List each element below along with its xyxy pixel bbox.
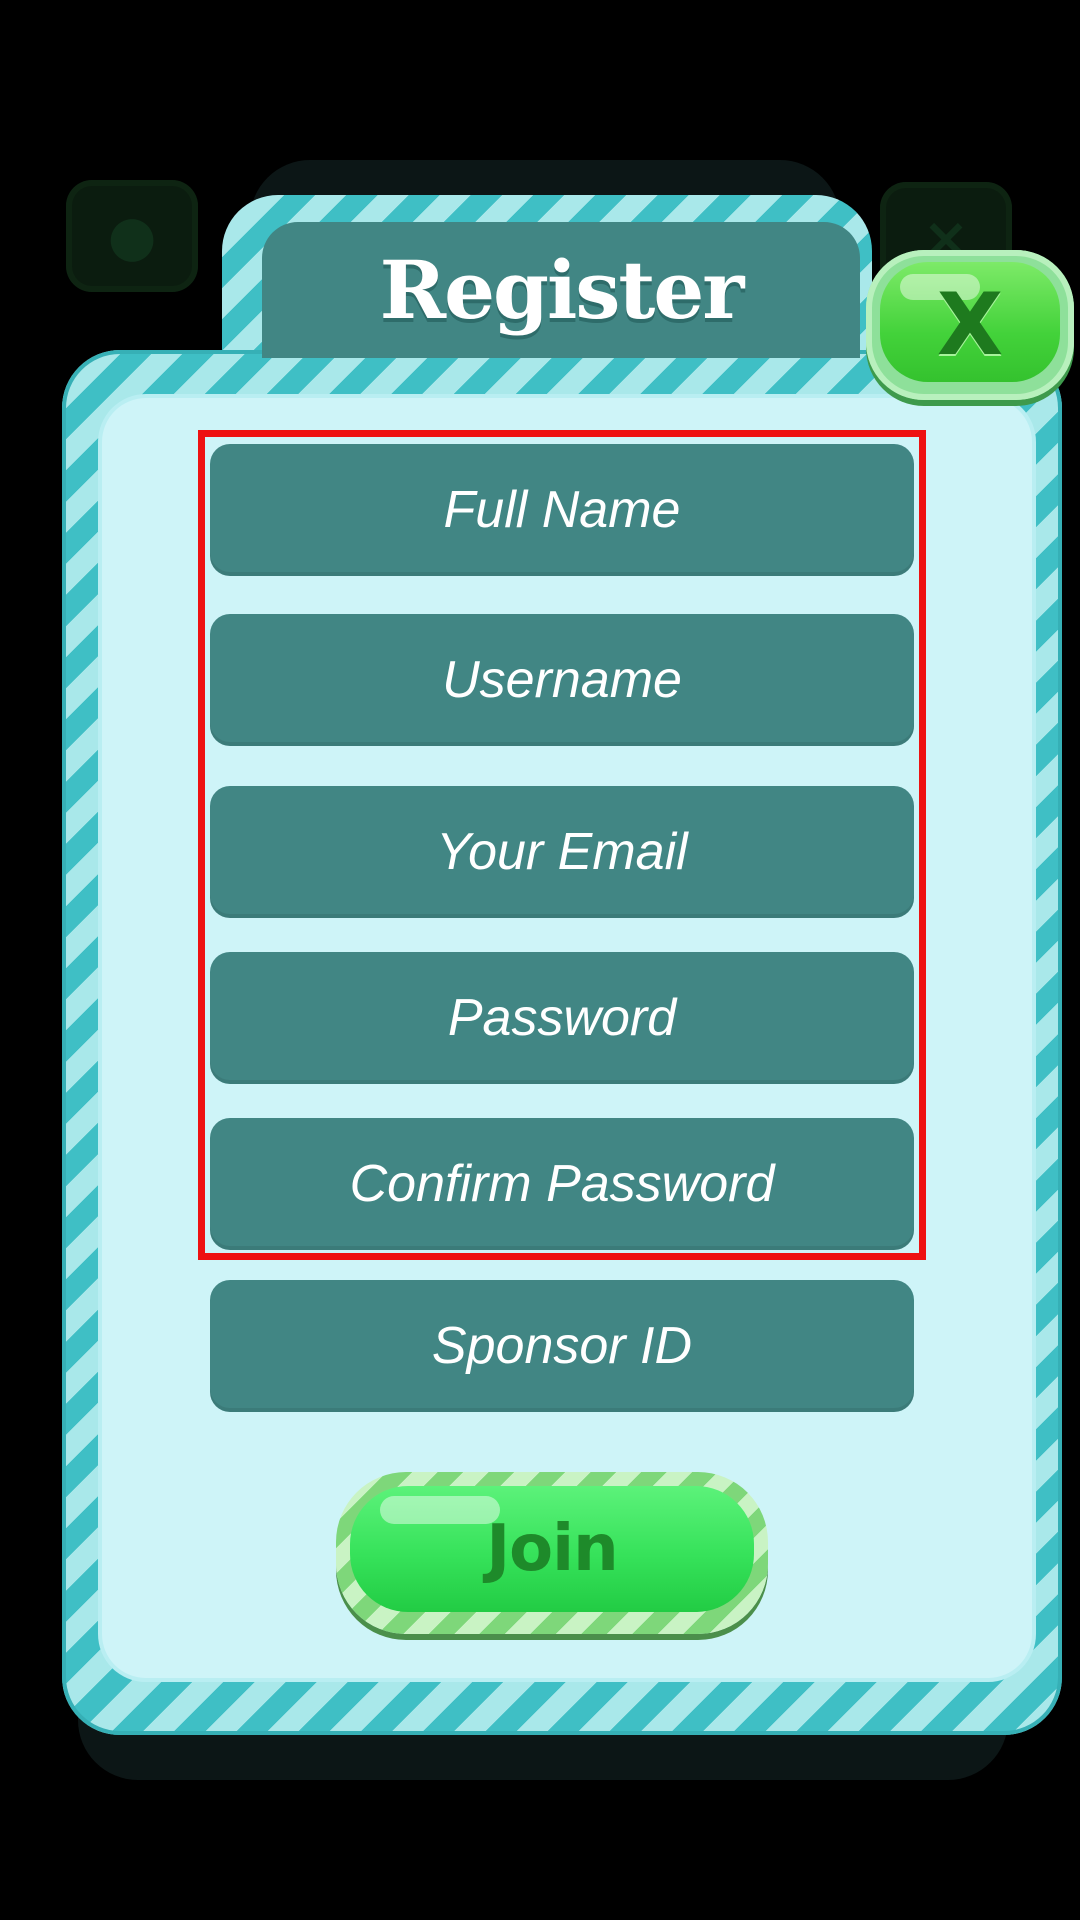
email-field[interactable]: Your Email bbox=[210, 786, 914, 918]
sponsor-id-placeholder: Sponsor ID bbox=[431, 1317, 693, 1375]
sponsor-id-field[interactable]: Sponsor ID bbox=[210, 1280, 914, 1412]
email-placeholder: Your Email bbox=[436, 823, 688, 881]
screen: ● × Register X Full Name Username Your E… bbox=[0, 0, 1080, 1920]
password-placeholder: Password bbox=[447, 989, 677, 1047]
password-field[interactable]: Password bbox=[210, 952, 914, 1084]
username-placeholder: Username bbox=[442, 651, 682, 709]
close-icon: X bbox=[936, 275, 1004, 375]
full-name-placeholder: Full Name bbox=[443, 481, 681, 539]
confirm-password-field[interactable]: Confirm Password bbox=[210, 1118, 914, 1250]
dialog-title: Register bbox=[379, 243, 745, 337]
username-field[interactable]: Username bbox=[210, 614, 914, 746]
full-name-field[interactable]: Full Name bbox=[210, 444, 914, 576]
profile-icon: ● bbox=[107, 203, 157, 269]
close-button[interactable]: X bbox=[866, 250, 1074, 400]
background-profile-button: ● bbox=[66, 180, 198, 292]
confirm-password-placeholder: Confirm Password bbox=[349, 1155, 775, 1213]
join-button[interactable]: Join bbox=[336, 1472, 768, 1634]
join-button-label: Join bbox=[486, 1512, 618, 1586]
